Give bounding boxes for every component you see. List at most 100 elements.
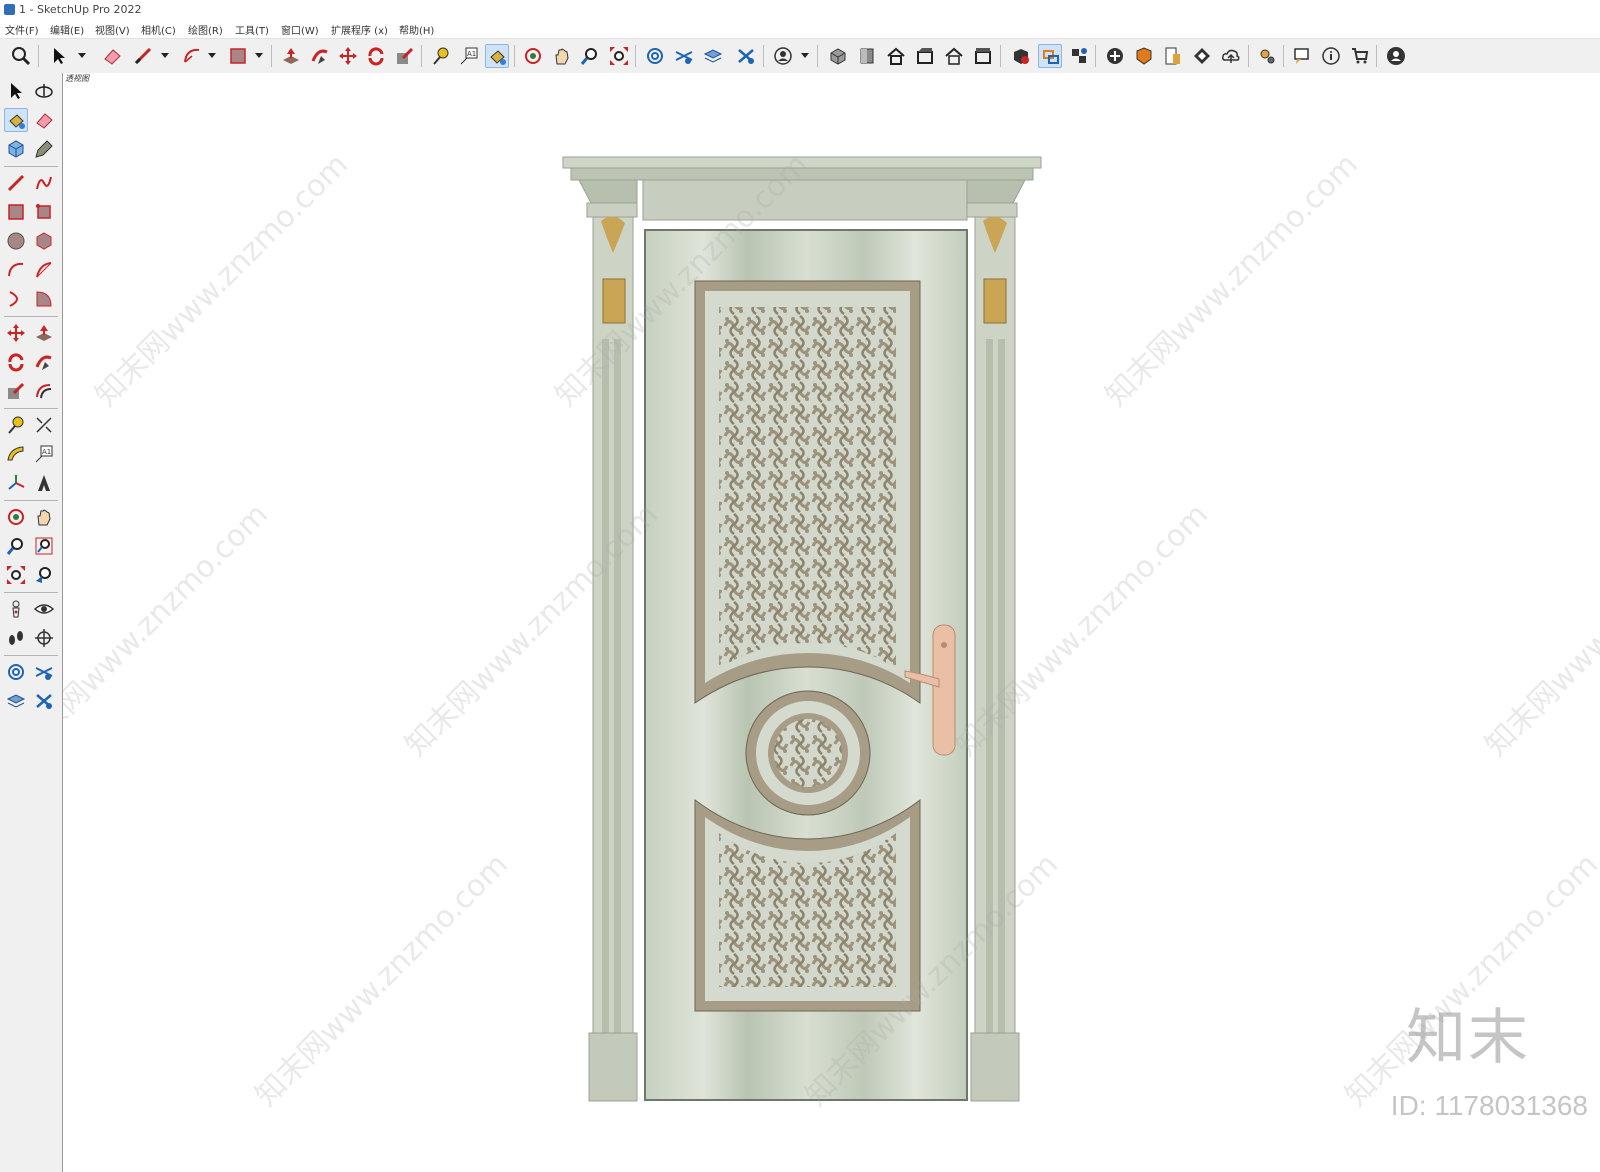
shadow-icon[interactable] <box>1132 44 1156 68</box>
components-icon[interactable] <box>734 44 758 68</box>
section-plane-icon[interactable] <box>32 626 56 650</box>
protractor-icon[interactable] <box>4 442 28 466</box>
walk-icon[interactable] <box>4 626 28 650</box>
text-icon[interactable]: A1 <box>32 442 56 466</box>
tape-measure-icon[interactable] <box>429 44 453 68</box>
push-pull-icon[interactable] <box>32 321 56 345</box>
menu-window[interactable]: 窗口(W) <box>281 22 319 37</box>
circle-icon[interactable] <box>4 229 28 253</box>
push-pull-icon[interactable] <box>279 44 303 68</box>
paint-bucket-icon[interactable] <box>485 44 509 68</box>
zoom-window-icon[interactable] <box>578 44 602 68</box>
layers-icon[interactable] <box>701 44 725 68</box>
door-model[interactable] <box>63 73 1600 1172</box>
menu-extensions[interactable]: 扩展程序 (x) <box>331 22 388 37</box>
texture-icon[interactable] <box>1190 44 1214 68</box>
rotate-icon[interactable] <box>364 44 388 68</box>
3d-text-icon[interactable] <box>32 471 56 495</box>
follow-me-icon[interactable] <box>308 44 332 68</box>
pan-icon[interactable] <box>550 44 574 68</box>
add-location-icon[interactable] <box>1103 44 1127 68</box>
layers-icon[interactable] <box>32 660 56 684</box>
menu-camera[interactable]: 相机(C) <box>141 22 176 37</box>
look-around-icon[interactable] <box>32 597 56 621</box>
zoom-extents-icon[interactable] <box>4 563 28 587</box>
settings-icon[interactable] <box>1255 44 1279 68</box>
styles-icon[interactable] <box>672 44 696 68</box>
sandbox-icon[interactable] <box>643 44 667 68</box>
rotate-icon[interactable] <box>4 350 28 374</box>
zoom-icon[interactable] <box>4 534 28 558</box>
section-icon[interactable] <box>1038 44 1062 68</box>
make-component-icon[interactable] <box>4 137 28 161</box>
model-viewport[interactable]: 透视图 知末网www.znzmo.com 知末网www.znzmo.com 知末… <box>63 73 1600 1172</box>
top-view-icon[interactable] <box>855 44 879 68</box>
left-view-icon[interactable] <box>971 44 995 68</box>
styles-icon[interactable] <box>4 660 28 684</box>
line-icon[interactable] <box>4 171 28 195</box>
select-icon[interactable] <box>47 44 71 68</box>
chat-icon[interactable] <box>1290 44 1314 68</box>
select-dropdown-arrow[interactable] <box>78 53 86 58</box>
tape-measure-icon[interactable] <box>4 413 28 437</box>
user-dropdown-arrow[interactable] <box>801 53 809 58</box>
previous-view-icon[interactable] <box>32 563 56 587</box>
dimension-icon[interactable] <box>32 413 56 437</box>
back-view-icon[interactable] <box>942 44 966 68</box>
scale-icon[interactable] <box>4 379 28 403</box>
outliner-icon[interactable] <box>4 689 28 713</box>
pie-icon[interactable] <box>32 287 56 311</box>
freehand-icon[interactable] <box>32 171 56 195</box>
text-icon[interactable]: A1 <box>457 44 481 68</box>
rectangle-icon[interactable] <box>226 44 250 68</box>
axes-icon[interactable] <box>4 471 28 495</box>
polygon-icon[interactable] <box>32 229 56 253</box>
iso-view-icon[interactable] <box>826 44 850 68</box>
select-icon[interactable] <box>4 79 28 103</box>
rotated-rectangle-icon[interactable] <box>32 200 56 224</box>
position-camera-icon[interactable] <box>4 597 28 621</box>
zoom-window-icon[interactable] <box>32 534 56 558</box>
report-icon[interactable] <box>1161 44 1185 68</box>
arc-icon[interactable] <box>180 44 204 68</box>
rectangle-icon[interactable] <box>4 200 28 224</box>
right-view-icon[interactable] <box>913 44 937 68</box>
orbit-icon[interactable] <box>521 44 545 68</box>
zoom-extents-icon[interactable] <box>607 44 631 68</box>
extension-warehouse-icon[interactable] <box>1009 44 1033 68</box>
menu-file[interactable]: 文件(F) <box>5 22 39 37</box>
line-dropdown-arrow[interactable] <box>161 53 169 58</box>
offset-icon[interactable] <box>32 379 56 403</box>
account-icon[interactable] <box>1384 44 1408 68</box>
eraser-icon[interactable] <box>32 108 56 132</box>
menu-help[interactable]: 帮助(H) <box>399 22 434 37</box>
orbit-icon[interactable] <box>32 79 56 103</box>
menu-tools[interactable]: 工具(T) <box>235 22 269 37</box>
tag-icon[interactable] <box>32 137 56 161</box>
move-icon[interactable] <box>336 44 360 68</box>
menu-draw[interactable]: 绘图(R) <box>188 22 223 37</box>
arc-dropdown-arrow[interactable] <box>208 53 216 58</box>
zoom-icon[interactable] <box>9 44 33 68</box>
upload-icon[interactable] <box>1219 44 1243 68</box>
line-icon[interactable] <box>131 44 155 68</box>
arc-icon[interactable] <box>4 258 28 282</box>
scale-icon[interactable] <box>393 44 417 68</box>
orbit-tool-icon[interactable] <box>4 505 28 529</box>
three-point-arc-icon[interactable] <box>4 287 28 311</box>
front-view-icon[interactable] <box>884 44 908 68</box>
follow-me-icon[interactable] <box>32 350 56 374</box>
eraser-icon[interactable] <box>100 44 124 68</box>
dynamic-component-icon[interactable] <box>1067 44 1091 68</box>
info-icon[interactable] <box>1319 44 1343 68</box>
components-icon[interactable] <box>32 689 56 713</box>
menu-edit[interactable]: 编辑(E) <box>50 22 84 37</box>
two-point-arc-icon[interactable] <box>32 258 56 282</box>
user-icon[interactable] <box>771 44 795 68</box>
paint-bucket-icon[interactable] <box>4 108 28 132</box>
menu-view[interactable]: 视图(V) <box>95 22 130 37</box>
cart-icon[interactable] <box>1348 44 1372 68</box>
rectangle-dropdown-arrow[interactable] <box>255 53 263 58</box>
move-icon[interactable] <box>4 321 28 345</box>
pan-icon[interactable] <box>32 505 56 529</box>
